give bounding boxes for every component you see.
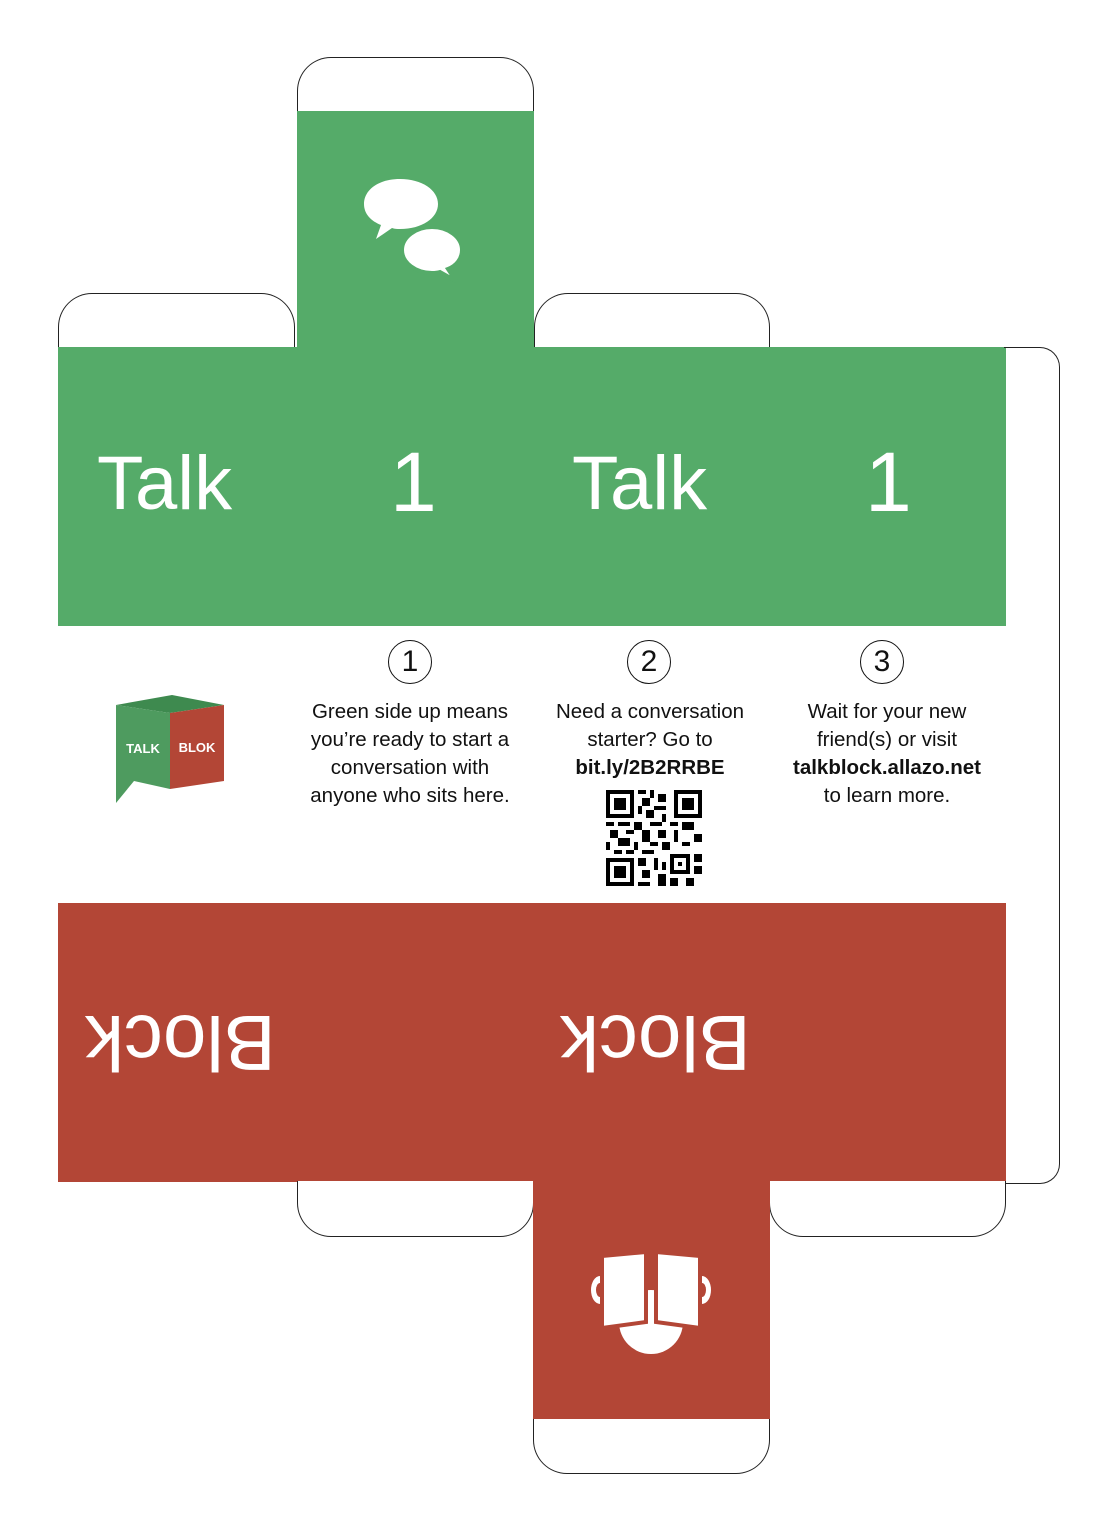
- logo-talk-text: TALK: [126, 741, 160, 756]
- step-3-link[interactable]: talkblock.allazo.net: [793, 756, 981, 779]
- talk-word-left: Talk: [97, 441, 233, 526]
- step-2-line-1: Need a conversation: [555, 700, 745, 723]
- qr-code[interactable]: [606, 790, 702, 886]
- block-word-left: Block: [85, 999, 276, 1087]
- step-1-line-2: you’re ready to start a: [310, 728, 510, 751]
- talk-word-right: Talk: [572, 441, 708, 526]
- step-3-line-1: Wait for your new: [807, 700, 967, 723]
- number-left: 1: [390, 435, 437, 529]
- step-1-number: 1: [388, 640, 432, 684]
- bottom-tab: [533, 1419, 770, 1474]
- speech-bubbles-icon: [364, 179, 465, 283]
- step-3-text: Wait for your new friend(s) or visit tal…: [768, 698, 1006, 810]
- left-top-tab: [58, 293, 295, 349]
- right-top-tab: [534, 293, 770, 349]
- step-3-line-4: to learn more.: [823, 784, 951, 807]
- step-2-text: Need a conversation starter? Go to bit.l…: [530, 698, 770, 782]
- block-word-right: Block: [560, 999, 751, 1087]
- step-1-line-3: conversation with: [330, 756, 490, 779]
- right-bottom-tab: [769, 1181, 1006, 1237]
- reading-person-icon: [591, 1250, 711, 1354]
- step-2-link[interactable]: bit.ly/2B2RRBE: [575, 756, 724, 779]
- right-side-flap: [1004, 347, 1060, 1184]
- number-right: 1: [865, 435, 912, 529]
- left-bottom-tab: [297, 1181, 534, 1237]
- talkblok-logo: TALK BLOK: [116, 695, 224, 803]
- step-1-text: Green side up means you’re ready to star…: [290, 698, 530, 810]
- step-2-number: 2: [627, 640, 671, 684]
- logo-blok-text: BLOK: [179, 740, 216, 755]
- top-tab: [297, 57, 534, 115]
- step-1-line-4: anyone who sits here.: [310, 784, 510, 807]
- step-1-line-1: Green side up means: [311, 700, 508, 723]
- step-3-line-2: friend(s) or visit: [816, 728, 958, 751]
- step-2-line-2: starter? Go to: [587, 728, 713, 751]
- step-3-number: 3: [860, 640, 904, 684]
